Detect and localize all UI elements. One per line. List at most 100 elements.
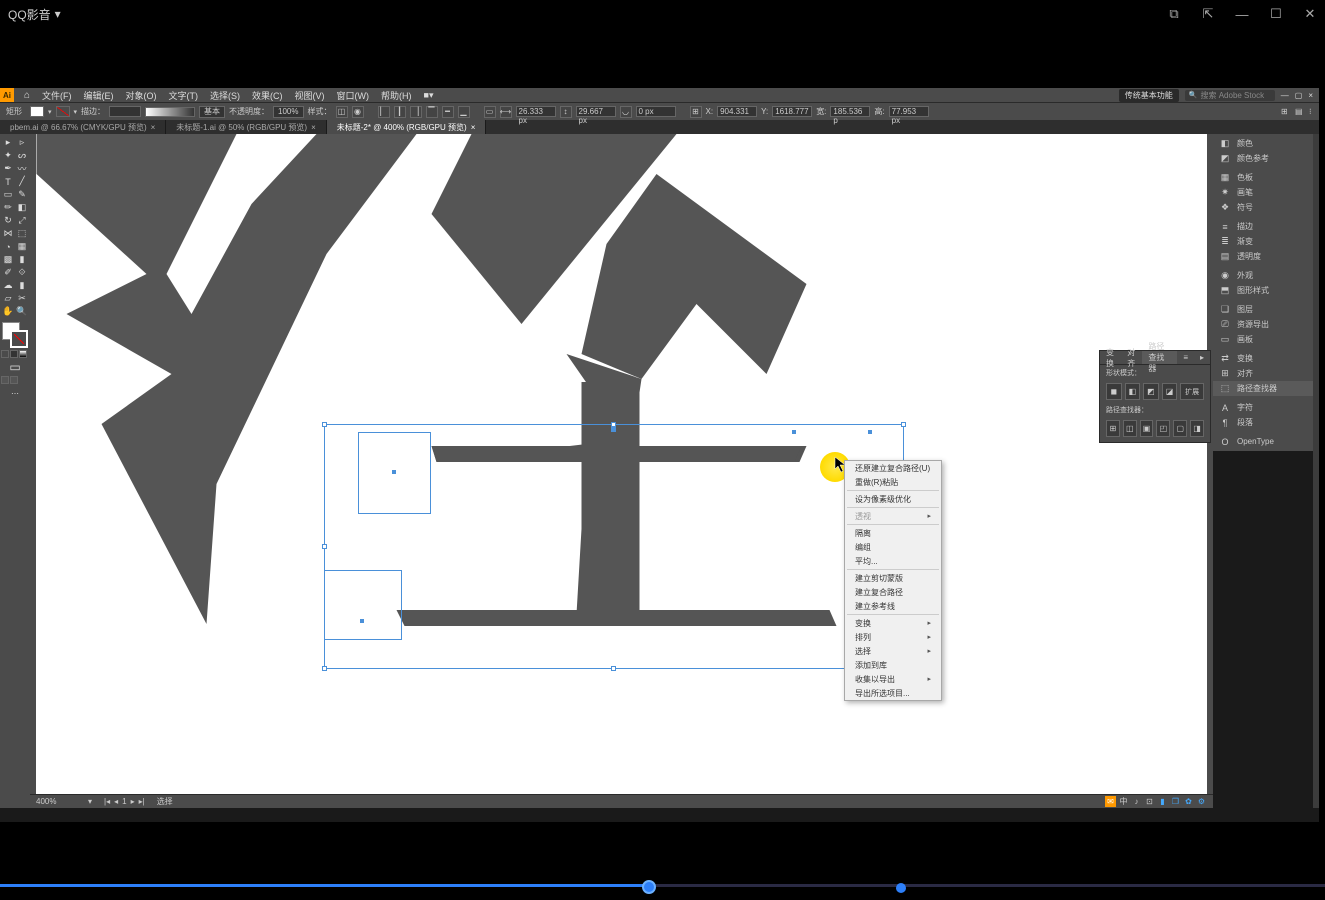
blend-tool[interactable]: ⟐	[15, 266, 29, 279]
home-icon[interactable]: ⌂	[24, 90, 30, 101]
ctx-item[interactable]: 变换▸	[845, 616, 941, 630]
grid-icon[interactable]: ⊞	[1281, 107, 1291, 117]
search-stock[interactable]: 搜索 Adobe Stock	[1185, 90, 1275, 101]
panel-OpenType[interactable]: OOpenType	[1213, 434, 1313, 449]
zoom-dd-icon[interactable]: ▾	[88, 797, 92, 806]
maximize-icon[interactable]: ☐	[1269, 7, 1283, 21]
pin-icon[interactable]: ⇱	[1201, 7, 1215, 21]
panel-字符[interactable]: A字符	[1213, 400, 1313, 415]
panel-颜色参考[interactable]: ◩颜色参考	[1213, 151, 1313, 166]
panel-资源导出[interactable]: ⎚资源导出	[1213, 317, 1313, 332]
align-r-icon[interactable]: ▕	[410, 106, 422, 118]
ctx-item[interactable]: 重做(R)粘贴	[845, 475, 941, 489]
artboard-tool[interactable]: ▱	[1, 292, 15, 305]
tray-icon[interactable]: ▮	[1157, 796, 1168, 807]
ctx-item[interactable]: 排列▸	[845, 630, 941, 644]
intersect-icon[interactable]: ◩	[1143, 383, 1159, 400]
shaper-tool[interactable]: ✏	[1, 201, 15, 214]
panel-颜色[interactable]: ◧颜色	[1213, 136, 1313, 151]
handle-bl[interactable]	[322, 666, 327, 671]
curvature-tool[interactable]: 〰	[15, 162, 29, 175]
crop-icon[interactable]: ◰	[1156, 420, 1170, 437]
line-tool[interactable]: ╱	[15, 175, 29, 188]
first-icon[interactable]: |◂	[104, 797, 110, 806]
shape-builder-tool[interactable]: ◔	[1, 240, 15, 253]
panel-符号[interactable]: ❖符号	[1213, 200, 1313, 215]
corner-icon[interactable]: ◡	[620, 106, 632, 118]
tray-icon[interactable]: ♪	[1131, 796, 1142, 807]
menu-arrange[interactable]: ■▾	[418, 90, 440, 101]
recolor-icon[interactable]: ◉	[352, 106, 364, 118]
lasso-tool[interactable]: ᔕ	[15, 149, 29, 162]
align-t-icon[interactable]: ▔	[426, 106, 438, 118]
ctx-item[interactable]: 建立参考线	[845, 599, 941, 613]
screen-mode[interactable]: ▭	[1, 360, 29, 374]
align-b-icon[interactable]: ▁	[458, 106, 470, 118]
align-m-icon[interactable]: ━	[442, 106, 454, 118]
handle-ml[interactable]	[322, 544, 327, 549]
minus-back-icon[interactable]: ◨	[1190, 420, 1204, 437]
w-field[interactable]: 185.536 p	[830, 106, 870, 117]
ref-point[interactable]: ⊞	[690, 106, 702, 118]
dim-1-icon[interactable]: ⟷	[500, 106, 512, 118]
exclude-icon[interactable]: ◪	[1162, 383, 1178, 400]
panel-collapse-icon[interactable]: ▸	[1194, 351, 1210, 364]
expand-button[interactable]: 扩展	[1180, 383, 1204, 400]
hand-tool[interactable]: ✋	[1, 305, 15, 318]
tray-icon[interactable]: ⊡	[1144, 796, 1155, 807]
direct-select-tool[interactable]: ▹	[15, 136, 29, 149]
menu-help[interactable]: 帮助(H)	[375, 89, 418, 102]
dim-2-icon[interactable]: ↕	[560, 106, 572, 118]
unite-icon[interactable]: ◼	[1106, 383, 1122, 400]
panel-变换[interactable]: ⇄变换	[1213, 351, 1313, 366]
wand-tool[interactable]: ✦	[1, 149, 15, 162]
eyedropper-tool[interactable]: ✐	[1, 266, 15, 279]
pf-tab-align[interactable]: 对齐	[1121, 351, 1142, 364]
menu-type[interactable]: 文字(T)	[163, 89, 205, 102]
edit-toolbar[interactable]	[1, 376, 29, 384]
popout-icon[interactable]: ⧉	[1167, 7, 1181, 21]
ctx-item[interactable]: 隔离	[845, 526, 941, 540]
toolbar-more[interactable]: ⋯	[1, 386, 29, 400]
menu-view[interactable]: 视图(V)	[289, 89, 331, 102]
menu-window[interactable]: 窗口(W)	[331, 89, 376, 102]
handle-bm[interactable]	[611, 666, 616, 671]
graph-tool[interactable]: ▮	[15, 279, 29, 292]
panel-外观[interactable]: ◉外观	[1213, 268, 1313, 283]
fill-stroke-swatch[interactable]	[2, 322, 28, 348]
rect-tool[interactable]: ▭	[1, 188, 15, 201]
dropdown-icon[interactable]: ▾	[55, 7, 61, 21]
draw-modes[interactable]	[1, 350, 29, 358]
tab-0[interactable]: pbem.ai @ 66.67% (CMYK/GPU 预览)×	[0, 120, 166, 134]
prev-icon[interactable]: ◂	[114, 797, 118, 806]
zoom-level[interactable]: 400%	[36, 797, 76, 806]
close-icon[interactable]: ×	[311, 123, 316, 132]
rotate-tool[interactable]: ↻	[1, 214, 15, 227]
close-icon[interactable]: ×	[471, 123, 476, 132]
tray-icon[interactable]: ❐	[1170, 796, 1181, 807]
merge-icon[interactable]: ▣	[1140, 420, 1154, 437]
mesh-tool[interactable]: ▩	[1, 253, 15, 266]
align-l-icon[interactable]: ▏	[378, 106, 390, 118]
panel-渐变[interactable]: ≣渐变	[1213, 234, 1313, 249]
eraser-tool[interactable]: ◧	[15, 201, 29, 214]
next-icon[interactable]: ▸	[131, 797, 135, 806]
symbol-tool[interactable]: ☁	[1, 279, 15, 292]
max2-icon[interactable]: ▢	[1295, 91, 1303, 100]
ctx-item[interactable]: 建立剪切蒙版	[845, 571, 941, 585]
align-c-icon[interactable]: ┃	[394, 106, 406, 118]
panel-路径查找器[interactable]: ⬚路径查找器	[1213, 381, 1313, 396]
minimize-icon[interactable]: —	[1235, 7, 1249, 21]
panel-透明度[interactable]: ▤透明度	[1213, 249, 1313, 264]
panel-图层[interactable]: ❏图层	[1213, 302, 1313, 317]
menu-object[interactable]: 对象(O)	[120, 89, 163, 102]
outline-icon[interactable]: ▢	[1173, 420, 1187, 437]
profile-dd[interactable]	[145, 107, 195, 117]
tray-icon[interactable]: ✿	[1183, 796, 1194, 807]
workspace-badge[interactable]: 传统基本功能	[1119, 89, 1179, 102]
buffer-marker[interactable]	[896, 883, 906, 893]
tab-1[interactable]: 未标题-1.ai @ 50% (RGB/GPU 预览)×	[166, 120, 326, 134]
ctx-item[interactable]: 导出所选项目...	[845, 686, 941, 700]
panel-段落[interactable]: ¶段落	[1213, 415, 1313, 430]
ctx-item[interactable]: 设为像素级优化	[845, 492, 941, 506]
